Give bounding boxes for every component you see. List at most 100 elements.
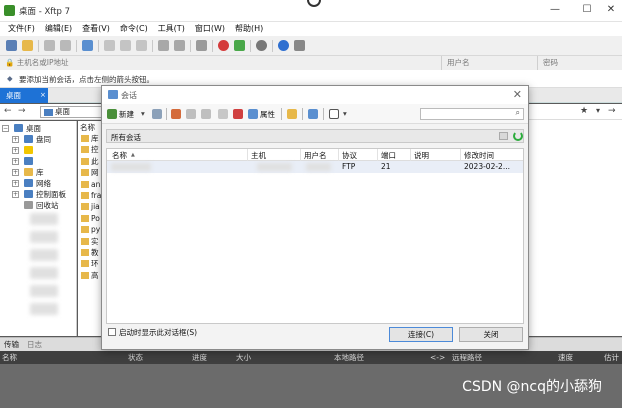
tree-item-label: 控制面板 <box>36 190 66 199</box>
view-dropdown-icon[interactable]: ▾ <box>343 109 347 118</box>
col-host[interactable]: 主机 <box>251 150 266 161</box>
chevron-down-icon[interactable]: ▾ <box>596 106 600 115</box>
tree-expand-icon[interactable]: + <box>12 136 19 143</box>
menu-command[interactable]: 命令(C) <box>115 22 153 36</box>
files-name-header[interactable]: 名称 <box>80 122 95 133</box>
connect-button[interactable]: 连接(C) <box>389 327 453 342</box>
close-window-button[interactable]: ✕ <box>602 3 620 17</box>
properties-button[interactable]: 属性 <box>260 109 275 120</box>
help-icon[interactable] <box>278 40 289 51</box>
file-folder-icon <box>81 271 89 279</box>
menu-edit[interactable]: 编辑(E) <box>40 22 77 36</box>
menu-help[interactable]: 帮助(H) <box>230 22 268 36</box>
col-direction[interactable]: <-> <box>430 351 445 364</box>
menu-view[interactable]: 查看(V) <box>77 22 115 36</box>
password-input[interactable]: 密码 <box>538 55 622 70</box>
xshell-icon[interactable] <box>218 40 229 51</box>
menu-window[interactable]: 窗口(W) <box>190 22 230 36</box>
column-separator <box>460 149 461 161</box>
col-status[interactable]: 状态 <box>128 351 143 364</box>
col-size[interactable]: 大小 <box>236 351 251 364</box>
tab-close-icon[interactable]: × <box>40 88 46 103</box>
paste-icon[interactable] <box>201 109 211 119</box>
tree-expand-icon[interactable]: + <box>12 147 19 154</box>
search-session-icon[interactable] <box>152 109 162 119</box>
col-local-path[interactable]: 本地路径 <box>334 351 364 364</box>
paste-icon[interactable] <box>136 40 147 51</box>
tab-desktop-label: 桌面 <box>6 91 21 100</box>
open-link-icon[interactable] <box>308 109 318 119</box>
col-session-name[interactable]: 名称 <box>112 150 127 161</box>
add-session-arrow-icon[interactable]: ⬥ <box>7 74 13 84</box>
disconnect-icon[interactable] <box>60 40 71 51</box>
gear-icon[interactable] <box>256 40 267 51</box>
refresh-icon[interactable] <box>513 131 523 141</box>
transfer-header: 名称 状态 进度 大小 本地路径 <-> 远程路径 速度 估计 <box>0 351 622 364</box>
tree-expand-icon[interactable]: + <box>12 180 19 187</box>
properties-icon[interactable] <box>196 40 207 51</box>
minimize-button[interactable]: — <box>546 3 564 17</box>
new-dropdown-icon[interactable]: ▾ <box>141 109 145 118</box>
rename-icon[interactable] <box>218 109 228 119</box>
forward-arrow-icon[interactable]: → <box>18 106 26 116</box>
local-path-field[interactable]: 桌面 <box>40 106 102 118</box>
dialog-close-icon[interactable]: ✕ <box>513 88 522 101</box>
cut-icon[interactable] <box>171 109 181 119</box>
username-input[interactable]: 用户名 <box>442 55 538 70</box>
col-name[interactable]: 名称 <box>2 351 17 364</box>
redacted-tree-item <box>30 267 58 279</box>
stop-icon[interactable] <box>158 40 169 51</box>
xmanager-icon[interactable] <box>234 40 245 51</box>
star-icon[interactable]: ★ <box>580 106 588 116</box>
session-search-input[interactable]: ⌕ <box>420 108 524 120</box>
window-title: 桌面 - Xftp 7 <box>19 7 70 17</box>
new-folder-icon[interactable] <box>287 109 297 119</box>
menu-file[interactable]: 文件(F) <box>3 22 40 36</box>
col-port[interactable]: 端口 <box>381 150 396 161</box>
view-icon[interactable] <box>82 40 93 51</box>
col-modified[interactable]: 修改时间 <box>464 150 494 161</box>
chat-icon[interactable] <box>294 40 305 51</box>
session-table-header: 名称 ▲ 主机 用户名 协议 端口 说明 修改时间 <box>107 149 523 161</box>
tree-expand-icon[interactable]: + <box>12 191 19 198</box>
new-session-icon[interactable] <box>6 40 17 51</box>
forward-icon[interactable]: → <box>608 106 616 116</box>
toolbar-separator <box>38 39 39 52</box>
file-folder-icon <box>81 180 89 188</box>
menu-tools[interactable]: 工具(T) <box>153 22 190 36</box>
folder-up-icon[interactable] <box>499 132 508 140</box>
new-session-icon[interactable] <box>107 109 117 119</box>
transfer-icon[interactable] <box>104 40 115 51</box>
copy-icon[interactable] <box>120 40 131 51</box>
tree-expand-icon[interactable]: + <box>12 169 19 176</box>
connect-icon[interactable] <box>44 40 55 51</box>
open-folder-icon[interactable] <box>22 40 33 51</box>
tree-expand-icon[interactable]: − <box>2 125 9 132</box>
col-eta[interactable]: 估计 <box>604 351 619 364</box>
maximize-button[interactable]: ☐ <box>578 3 596 17</box>
tab-transfer[interactable]: 传输 <box>0 338 23 352</box>
file-folder-icon <box>81 249 89 256</box>
view-mode-icon[interactable] <box>329 109 339 119</box>
delete-icon[interactable] <box>233 109 243 119</box>
col-description[interactable]: 说明 <box>414 150 429 161</box>
copy-icon[interactable] <box>186 109 196 119</box>
session-row[interactable]: FTP 21 2023-02-2... <box>107 161 523 173</box>
col-progress[interactable]: 进度 <box>192 351 207 364</box>
show-on-startup-checkbox[interactable] <box>108 328 116 336</box>
col-remote-path[interactable]: 远程路径 <box>452 351 482 364</box>
tree-item-label: 网络 <box>36 179 51 188</box>
refresh-icon[interactable] <box>174 40 185 51</box>
new-session-button[interactable]: 新建 <box>119 109 134 120</box>
dialog-close-button[interactable]: 关闭 <box>459 327 523 342</box>
host-input[interactable]: 🔒 主机名或IP地址 <box>0 55 442 70</box>
properties-icon[interactable] <box>248 109 258 119</box>
col-speed[interactable]: 速度 <box>558 351 573 364</box>
col-protocol[interactable]: 协议 <box>342 150 357 161</box>
column-separator <box>410 149 411 161</box>
col-username[interactable]: 用户名 <box>304 150 327 161</box>
tree-expand-icon[interactable]: + <box>12 158 19 165</box>
tab-log[interactable]: 日志 <box>23 338 46 352</box>
file-folder-icon <box>81 260 89 268</box>
back-arrow-icon[interactable]: ← <box>4 106 12 116</box>
